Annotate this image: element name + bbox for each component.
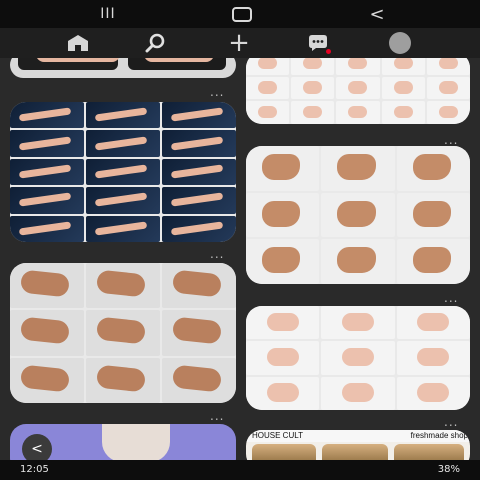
back-button[interactable]: < <box>22 434 52 460</box>
pin-card[interactable] <box>10 58 236 78</box>
pin-card[interactable]: HOUSE CULT freshmade shop <box>246 430 470 460</box>
pin-feed[interactable]: ... ... ... < ... ... ... HOUSE CULT fre… <box>0 58 480 460</box>
pin-card[interactable] <box>246 146 470 284</box>
search-icon[interactable] <box>142 32 168 54</box>
brand-name: HOUSE CULT <box>252 431 303 440</box>
battery-indicator: 38% <box>437 464 460 475</box>
brand-caption: freshmade shop <box>410 431 468 440</box>
avatar-icon[interactable] <box>387 32 413 54</box>
pin-image <box>102 424 170 460</box>
more-options-icon[interactable]: ... <box>210 248 224 260</box>
clock: 12:05 <box>20 464 49 475</box>
pin-image <box>322 444 388 460</box>
notification-dot <box>326 49 331 54</box>
pin-card[interactable] <box>246 306 470 410</box>
chat-icon[interactable] <box>305 32 331 54</box>
pin-image <box>252 444 316 460</box>
pin-card[interactable] <box>10 102 236 242</box>
more-options-icon[interactable]: ... <box>444 292 458 304</box>
more-options-icon[interactable]: ... <box>210 410 224 422</box>
home-circle-icon[interactable] <box>231 4 253 24</box>
pin-brand-bar: HOUSE CULT freshmade shop <box>246 430 470 442</box>
pin-card[interactable] <box>246 58 470 124</box>
more-options-icon[interactable]: ... <box>444 416 458 428</box>
more-options-icon[interactable]: ... <box>210 86 224 98</box>
app-navigation-bar: + <box>0 28 480 58</box>
plus-icon[interactable]: + <box>226 30 252 56</box>
back-chevron-icon[interactable]: < <box>369 4 385 25</box>
system-navigation-bar: III < <box>0 0 480 28</box>
pin-card[interactable] <box>10 263 236 403</box>
pin-image <box>394 444 464 460</box>
pin-card[interactable]: < <box>10 424 236 460</box>
more-options-icon[interactable]: ... <box>444 134 458 146</box>
recents-icon[interactable]: III <box>97 4 119 24</box>
status-bar: 12:05 38% <box>0 460 480 480</box>
home-icon[interactable] <box>65 32 91 54</box>
